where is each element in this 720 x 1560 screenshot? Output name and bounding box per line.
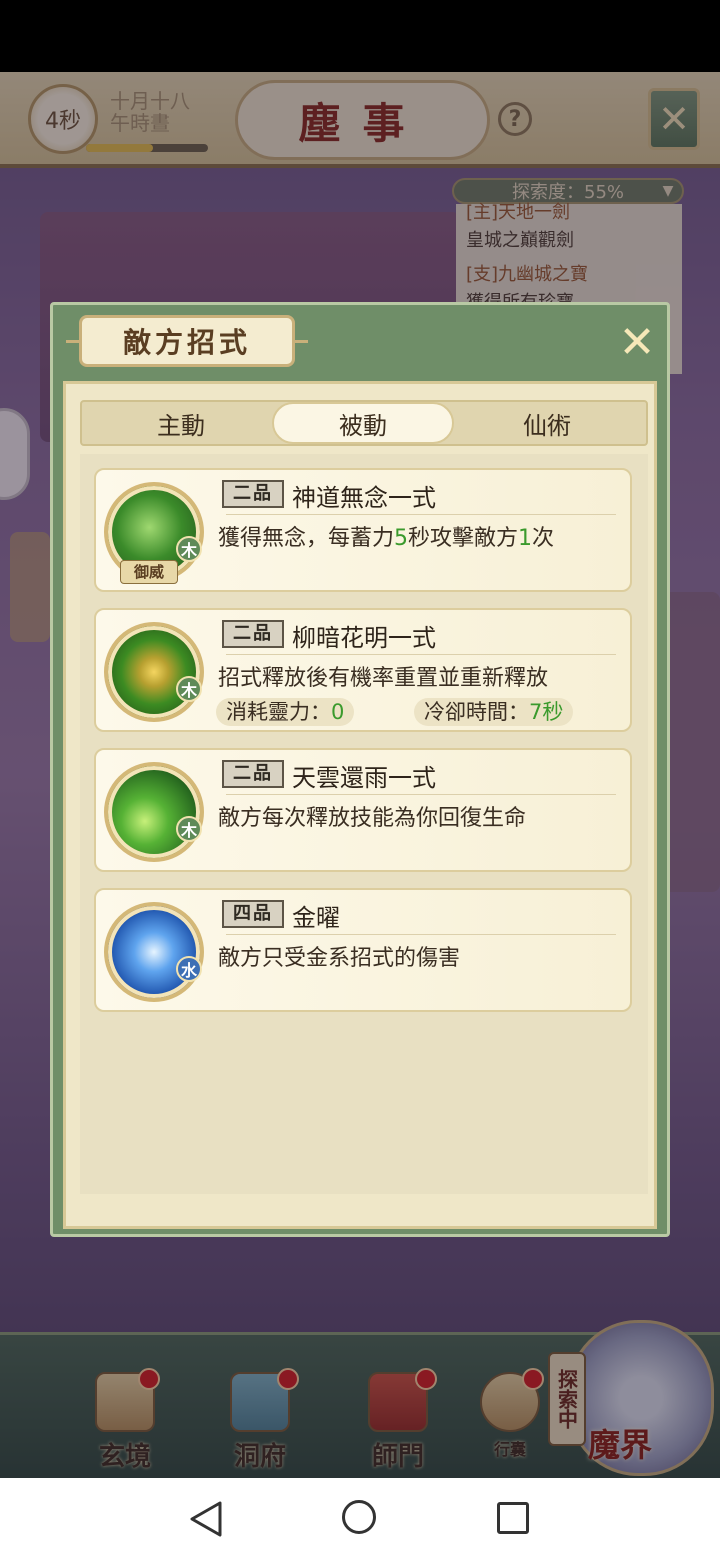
skill-card[interactable]: 木 二品 柳暗花明一式 招式釋放後有機率重置並重新釋放 消耗靈力：0 冷卻時間：… — [94, 608, 632, 732]
skill-card[interactable]: 水 四品 金曜 敵方只受金系招式的傷害 — [94, 888, 632, 1012]
skill-card[interactable]: 木 二品 天雲還雨一式 敵方每次釋放技能為你回復生命 — [94, 748, 632, 872]
system-navigation-bar — [0, 1478, 720, 1560]
tab-bar: 主動 被動 仙術 — [80, 400, 648, 446]
game-screen: 4秒 十月十八 午時晝 塵事 ? ✕ 探索度：55% ▼ [主]天地一劍 皇城之… — [0, 72, 720, 1478]
golden-lotus-icon — [104, 622, 204, 722]
skill-grade: 二品 — [222, 480, 284, 508]
green-droplet-icon — [104, 762, 204, 862]
divider — [226, 934, 616, 935]
enemy-skills-dialog: 敵方招式 ✕ 主動 被動 仙術 木 御威 二品 神道無念一式 獲得無念，每蓄力5… — [50, 302, 670, 1237]
mana-cost: 消耗靈力：0 — [216, 698, 355, 726]
skill-grade: 四品 — [222, 900, 284, 928]
skill-grade: 二品 — [222, 760, 284, 788]
blue-sword-icon — [104, 902, 204, 1002]
skill-card[interactable]: 木 御威 二品 神道無念一式 獲得無念，每蓄力5秒攻擊敵方1次 — [94, 468, 632, 592]
skill-description: 敵方每次釋放技能為你回復生命 — [218, 806, 527, 831]
skill-description: 招式釋放後有機率重置並重新釋放 — [218, 666, 549, 691]
tab-active-skills[interactable]: 主動 — [90, 402, 272, 444]
skill-name: 天雲還雨一式 — [292, 764, 436, 792]
home-icon[interactable] — [342, 1500, 376, 1534]
element-badge: 木 — [176, 816, 202, 842]
back-icon[interactable] — [188, 1500, 224, 1538]
tab-spells[interactable]: 仙術 — [456, 402, 638, 444]
element-badge: 木 — [176, 536, 202, 562]
skill-grade: 二品 — [222, 620, 284, 648]
cooldown: 冷卻時間：7秒 — [414, 698, 574, 726]
dialog-body: 主動 被動 仙術 木 御威 二品 神道無念一式 獲得無念，每蓄力5秒攻擊敵方1次 — [63, 381, 657, 1229]
recent-apps-icon[interactable] — [497, 1502, 529, 1534]
skill-tag: 御威 — [120, 560, 178, 584]
close-icon[interactable]: ✕ — [613, 319, 661, 367]
skill-name: 柳暗花明一式 — [292, 624, 436, 652]
status-bar — [0, 0, 720, 72]
skill-list[interactable]: 木 御威 二品 神道無念一式 獲得無念，每蓄力5秒攻擊敵方1次 木 二品 柳暗花… — [80, 454, 648, 1194]
tab-passive-skills[interactable]: 被動 — [272, 402, 454, 444]
element-badge: 水 — [176, 956, 202, 982]
skill-name: 金曜 — [292, 904, 340, 932]
skill-description: 敵方只受金系招式的傷害 — [218, 946, 461, 971]
skill-description: 獲得無念，每蓄力5秒攻擊敵方1次 — [218, 526, 555, 551]
divider — [226, 794, 616, 795]
dialog-title: 敵方招式 — [66, 315, 308, 367]
divider — [226, 654, 616, 655]
element-badge: 木 — [176, 676, 202, 702]
skill-name: 神道無念一式 — [292, 484, 436, 512]
divider — [226, 514, 616, 515]
